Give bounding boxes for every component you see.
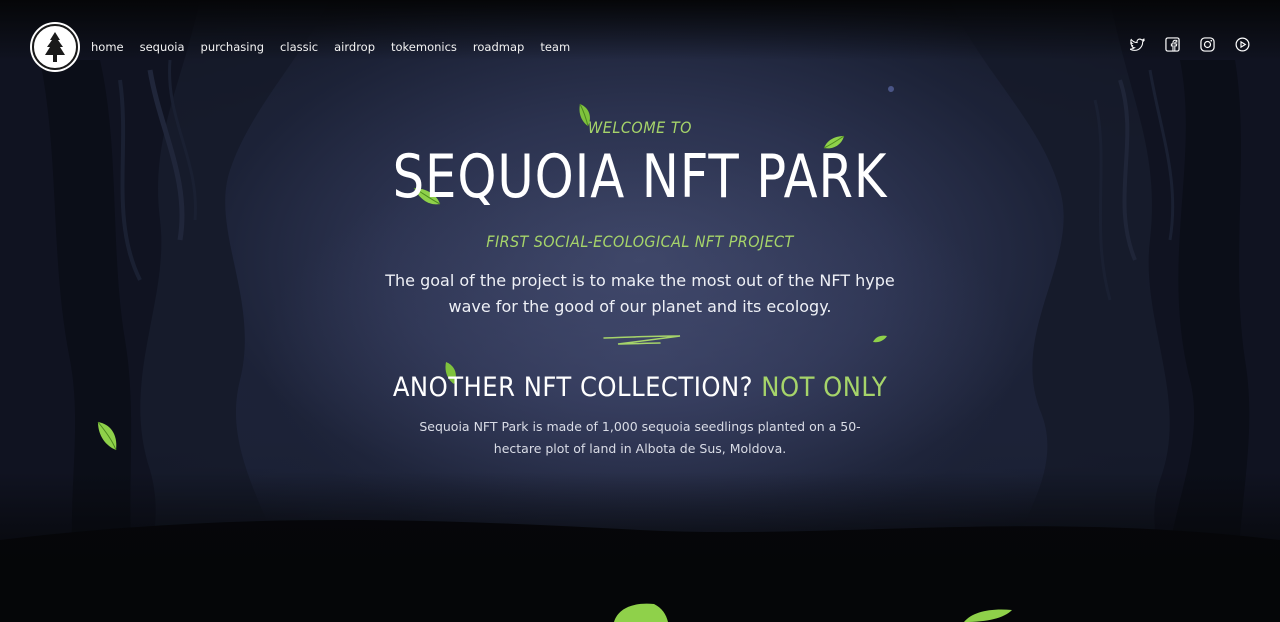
collection-heading-accent: NOT ONLY	[761, 372, 888, 403]
sequoia-tree-icon	[45, 32, 65, 62]
twitter-icon[interactable]	[1130, 37, 1145, 52]
top-navigation: home sequoia purchasing classic airdrop …	[0, 0, 1280, 94]
nav-link-tokemonics[interactable]: tokemonics	[391, 40, 457, 54]
facebook-icon[interactable]	[1165, 37, 1180, 52]
welcome-label: WELCOME TO	[588, 118, 692, 137]
divider-squiggle	[603, 335, 681, 345]
nav-link-classic[interactable]: classic	[280, 40, 318, 54]
hero-description: The goal of the project is to make the m…	[385, 271, 895, 316]
logo[interactable]	[32, 24, 78, 70]
nav-link-sequoia[interactable]: sequoia	[140, 40, 185, 54]
page: home sequoia purchasing classic airdrop …	[0, 0, 1280, 622]
social-links	[1130, 37, 1250, 52]
nav-link-airdrop[interactable]: airdrop	[334, 40, 375, 54]
youtube-icon[interactable]	[1235, 37, 1250, 52]
collection-description: Sequoia NFT Park is made of 1,000 sequoi…	[419, 419, 861, 456]
leaf-decoration	[964, 609, 1012, 622]
nav-links: home sequoia purchasing classic airdrop …	[91, 40, 570, 54]
page-title: SEQUOIA NFT PARK	[392, 142, 888, 212]
nav-link-home[interactable]: home	[91, 40, 124, 54]
leaf-decoration	[614, 603, 668, 622]
nav-link-roadmap[interactable]: roadmap	[473, 40, 524, 54]
leaf-decoration	[97, 421, 117, 451]
collection-heading-main: ANOTHER NFT COLLECTION?	[392, 372, 754, 403]
nav-link-purchasing[interactable]: purchasing	[201, 40, 265, 54]
hero-subtitle: FIRST SOCIAL-ECOLOGICAL NFT PROJECT	[486, 232, 794, 251]
instagram-icon[interactable]	[1200, 37, 1215, 52]
collection-heading: ANOTHER NFT COLLECTION? NOT ONLY	[0, 372, 1280, 403]
leaf-decoration	[873, 335, 887, 343]
nav-link-team[interactable]: team	[540, 40, 570, 54]
